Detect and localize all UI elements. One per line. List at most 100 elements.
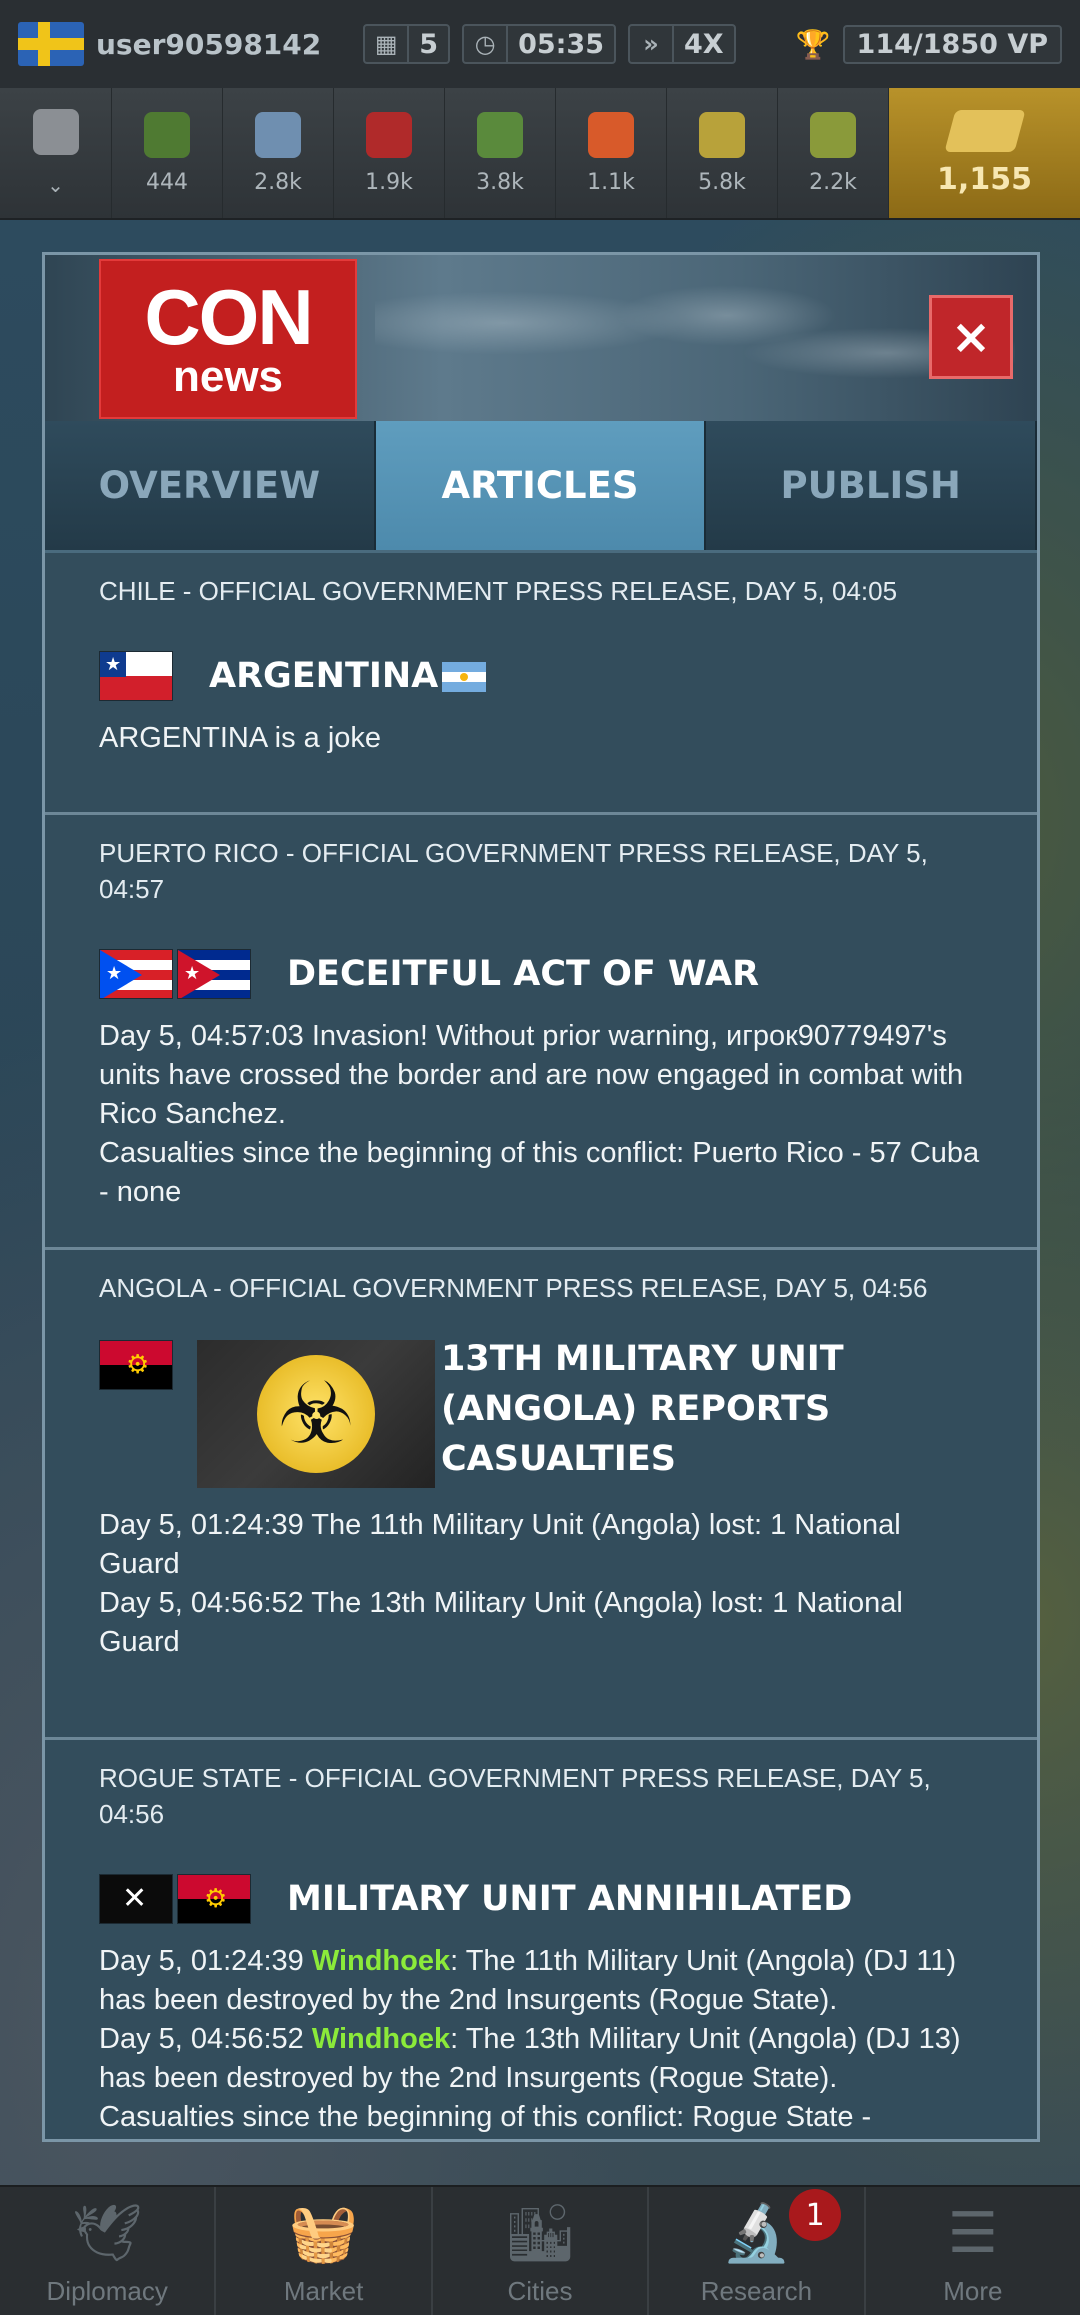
logo-news-text: news — [172, 352, 284, 401]
article-body: ARGENTINA is a joke — [99, 722, 382, 754]
article-header: PUERTO RICO - OFFICIAL GOVERNMENT PRESS … — [99, 838, 928, 904]
tab-publish[interactable]: PUBLISH — [706, 421, 1037, 550]
nav-label: More — [943, 2276, 1003, 2306]
article-title: 13TH MILITARY UNIT (ANGOLA) REPORTS CASU… — [441, 1339, 844, 1479]
article-header: CHILE - OFFICIAL GOVERNMENT PRESS RELEAS… — [99, 576, 898, 606]
nav-label: Research — [700, 2276, 813, 2306]
article-header: ANGOLA - OFFICIAL GOVERNMENT PRESS RELEA… — [99, 1273, 928, 1303]
news-panel-header: CON news × — [45, 255, 1037, 421]
chevron-down-icon: ⌄ — [47, 173, 64, 197]
day-counter[interactable]: ▦ 5 — [363, 24, 451, 64]
logo-con-text: CON — [144, 273, 313, 361]
article-body-line: Casualties since the beginning of this c… — [99, 1137, 980, 1208]
resource-dropdown-button[interactable]: ⌄ — [0, 88, 112, 218]
gold-value: 1,155 — [937, 161, 1032, 197]
money-icon — [810, 111, 856, 158]
basket-icon: 🧺 — [288, 2201, 359, 2266]
article-flags — [99, 1874, 251, 1924]
city-link[interactable]: Windhoek — [312, 2023, 450, 2055]
bottom-navigation: 🕊 Diplomacy 🧺 Market 🏙 Cities 1 🔬 Resear… — [0, 2185, 1080, 2315]
microscope-icon: 🔬 — [721, 2201, 792, 2266]
angola-flag-icon — [177, 1874, 251, 1924]
resource-components[interactable]: 2.8k — [223, 88, 334, 218]
supplies-icon — [144, 111, 190, 158]
articles-list[interactable]: CHILE - OFFICIAL GOVERNMENT PRESS RELEAS… — [45, 553, 1037, 2139]
cuba-flag-icon — [177, 949, 251, 999]
article-item[interactable]: PUERTO RICO - OFFICIAL GOVERNMENT PRESS … — [45, 815, 1037, 1250]
news-panel: CON news × OVERVIEW ARTICLES PUBLISH CHI… — [42, 252, 1040, 2142]
con-news-logo: CON news — [99, 259, 357, 419]
chile-flag-icon — [99, 651, 173, 701]
article-header: ROGUE STATE - OFFICIAL GOVERNMENT PRESS … — [99, 1763, 931, 1829]
line-timestamp: Day 5, 04:56:52 — [99, 2023, 312, 2055]
trophy-icon: 🏆 — [795, 27, 831, 61]
article-body-line: Day 5, 04:57:03 Invasion! Without prior … — [99, 1020, 964, 1130]
nav-cities[interactable]: 🏙 Cities — [433, 2187, 650, 2315]
resource-supplies[interactable]: 444 — [112, 88, 223, 218]
time-value: 05:35 — [518, 28, 605, 60]
nav-research[interactable]: 1 🔬 Research — [649, 2187, 866, 2315]
dove-icon: 🕊 — [71, 2201, 143, 2266]
top-status-bar: user90598142 ▦ 5 ◷ 05:35 » 4X 🏆 114/1850… — [0, 0, 1080, 88]
rare-materials-icon — [477, 111, 523, 158]
article-item[interactable]: ROGUE STATE - OFFICIAL GOVERNMENT PRESS … — [45, 1740, 1037, 2139]
username[interactable]: user90598142 — [96, 28, 321, 61]
close-button[interactable]: × — [929, 295, 1013, 379]
manpower-icon — [366, 111, 412, 158]
crates-icon — [32, 109, 79, 155]
article-flags — [99, 1340, 173, 1390]
resource-fuel[interactable]: 1.1k — [556, 88, 667, 218]
article-title-row: ☣ 13TH MILITARY UNIT (ANGOLA) REPORTS CA… — [99, 1339, 983, 1488]
article-title: MILITARY UNIT ANNIHILATED — [287, 1879, 853, 1919]
components-icon — [255, 111, 301, 158]
victory-points[interactable]: 114/1850 VP — [842, 24, 1062, 64]
day-value: 5 — [419, 28, 439, 60]
article-item[interactable]: CHILE - OFFICIAL GOVERNMENT PRESS RELEAS… — [45, 553, 1037, 815]
calendar-icon: ▦ — [365, 26, 410, 62]
game-clock[interactable]: ◷ 05:35 — [462, 24, 617, 64]
article-body-line: Day 5, 01:24:39 The 11th Military Unit (… — [99, 1509, 901, 1580]
world-map-banner — [375, 263, 1015, 413]
angola-flag-icon — [99, 1340, 173, 1390]
article-item[interactable]: ANGOLA - OFFICIAL GOVERNMENT PRESS RELEA… — [45, 1250, 1037, 1740]
article-flags — [99, 949, 251, 999]
article-body-line: Day 5, 04:56:52 The 13th Military Unit (… — [99, 1587, 903, 1658]
city-link[interactable]: Windhoek — [312, 1945, 450, 1977]
article-title-row: ARGENTINA — [99, 651, 983, 701]
nav-more[interactable]: ☰ More — [866, 2187, 1080, 2315]
resource-manpower[interactable]: 1.9k — [334, 88, 445, 218]
resource-value: 2.8k — [254, 169, 302, 195]
nav-label: Diplomacy — [46, 2276, 168, 2306]
resource-electronics[interactable]: 5.8k — [667, 88, 778, 218]
electronics-icon — [699, 111, 745, 158]
resource-value: 1.9k — [365, 169, 413, 195]
sweden-flag-icon[interactable] — [18, 22, 84, 66]
speed-indicator[interactable]: » 4X — [628, 24, 736, 64]
resource-money[interactable]: 2.2k — [778, 88, 889, 218]
clock-icon: ◷ — [464, 26, 509, 62]
gold-button[interactable]: 1,155 — [889, 88, 1080, 218]
nav-diplomacy[interactable]: 🕊 Diplomacy — [0, 2187, 217, 2315]
article-title-row: MILITARY UNIT ANNIHILATED — [99, 1874, 983, 1924]
resource-value: 444 — [146, 169, 188, 195]
rogue-state-flag-icon — [99, 1874, 173, 1924]
argentina-flag-icon — [442, 662, 487, 692]
resource-value: 2.2k — [809, 169, 857, 195]
speed-value: 4X — [684, 28, 724, 60]
resource-bar: ⌄ 444 2.8k 1.9k 3.8k 1.1k 5.8k 2.2k 1,15… — [0, 88, 1080, 220]
nav-market[interactable]: 🧺 Market — [216, 2187, 433, 2315]
article-body-line: Day 5, 04:56:52 Windhoek: The 13th Milit… — [99, 2020, 983, 2098]
resource-value: 3.8k — [476, 169, 524, 195]
article-title: DECEITFUL ACT OF WAR — [287, 954, 760, 994]
resource-rare-materials[interactable]: 3.8k — [445, 88, 556, 218]
article-title-text: ARGENTINA — [209, 656, 439, 696]
line-timestamp: Day 5, 01:24:39 — [99, 1945, 312, 1977]
news-tabs: OVERVIEW ARTICLES PUBLISH — [45, 421, 1037, 553]
gold-bars-icon — [943, 109, 1026, 152]
tab-overview[interactable]: OVERVIEW — [45, 421, 376, 550]
city-icon: 🏙 — [504, 2201, 576, 2266]
biohazard-icon: ☣ — [257, 1355, 375, 1473]
nav-label: Market — [283, 2276, 364, 2306]
tab-articles[interactable]: ARTICLES — [375, 421, 707, 550]
resource-value: 1.1k — [587, 169, 635, 195]
